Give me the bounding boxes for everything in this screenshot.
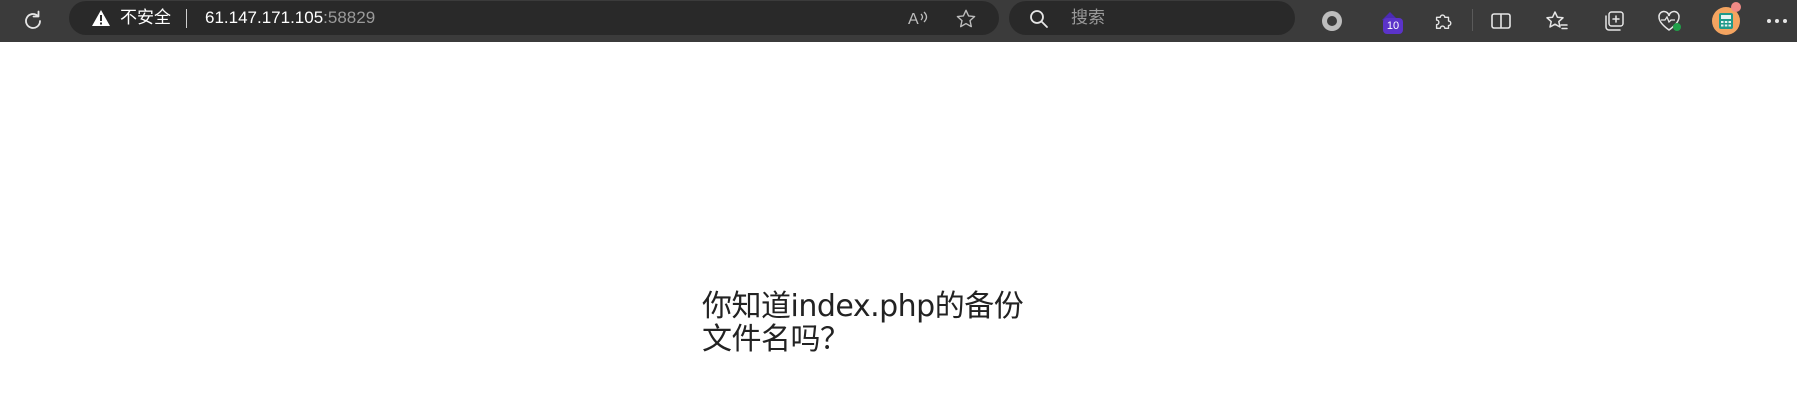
warning-icon xyxy=(92,10,110,26)
more-menu-button[interactable] xyxy=(1757,0,1797,42)
favorites-icon xyxy=(1546,11,1568,30)
search-box[interactable]: 搜索 xyxy=(1009,1,1295,35)
toolbar-divider xyxy=(1472,9,1473,31)
browser-essentials-icon xyxy=(1658,10,1681,31)
search-placeholder: 搜索 xyxy=(1071,8,1105,27)
svg-text:A: A xyxy=(908,11,919,28)
collections-icon xyxy=(1605,11,1624,31)
browser-essentials-button[interactable] xyxy=(1650,0,1690,42)
page-message: 你知道index.php的备份文件名吗？ xyxy=(702,289,1024,357)
profile-notification-dot xyxy=(1731,2,1741,12)
record-button[interactable] xyxy=(1312,0,1352,42)
address-divider xyxy=(186,9,187,28)
extensions-button[interactable] xyxy=(1423,0,1463,42)
search-icon xyxy=(1030,10,1048,28)
favorites-button[interactable] xyxy=(1537,0,1577,42)
url-host: 61.147.171.105 xyxy=(205,8,324,27)
more-menu-icon xyxy=(1767,19,1787,23)
reload-icon xyxy=(25,10,41,29)
url-port: :58829 xyxy=(323,8,376,27)
reload-button[interactable] xyxy=(13,0,53,42)
extension-badge-count: 10 xyxy=(1383,18,1403,34)
read-aloud-icon[interactable]: A xyxy=(907,8,929,28)
collections-button[interactable] xyxy=(1594,0,1634,42)
split-screen-icon xyxy=(1491,13,1511,29)
puzzle-icon xyxy=(1435,14,1452,30)
record-icon xyxy=(1322,11,1342,31)
favorite-star-icon[interactable] xyxy=(955,8,977,30)
browser-toolbar: 不安全 61.147.171.105:58829 A 搜索 10 xyxy=(0,0,1797,42)
split-screen-button[interactable] xyxy=(1481,0,1521,42)
security-status-label[interactable]: 不安全 xyxy=(120,9,171,27)
url-text[interactable]: 61.147.171.105:58829 xyxy=(205,9,375,27)
address-bar[interactable]: 不安全 61.147.171.105:58829 A xyxy=(69,1,999,35)
